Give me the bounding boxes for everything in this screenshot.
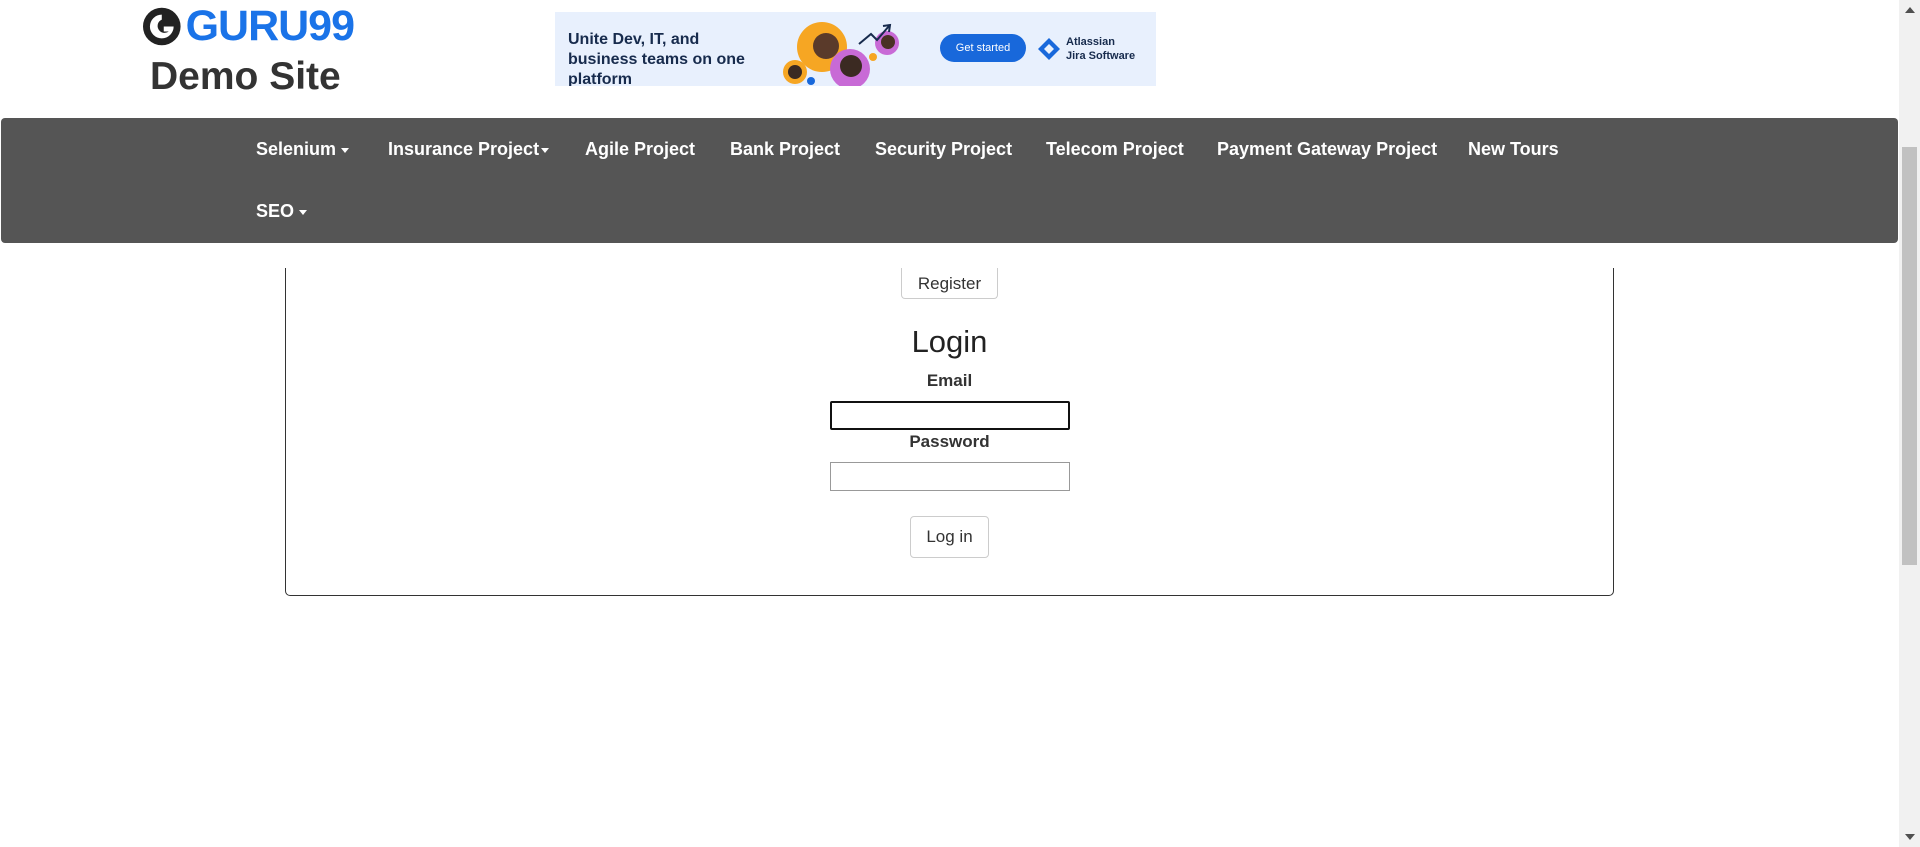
jira-icon	[1038, 38, 1060, 60]
nav-item-selenium[interactable]: Selenium	[256, 118, 350, 180]
caret-down-icon	[341, 147, 350, 153]
nav-item-payment-gateway-project[interactable]: Payment Gateway Project	[1217, 118, 1437, 180]
password-label: Password	[909, 432, 990, 451]
register-button[interactable]: Register	[901, 268, 998, 299]
scroll-thumb[interactable]	[1902, 147, 1917, 565]
ad-brand-line2: Jira Software	[1066, 50, 1136, 62]
ad-brand-line1: Atlassian	[1066, 36, 1115, 48]
ad-get-started-button[interactable]: Get started	[940, 34, 1026, 62]
email-input[interactable]	[830, 401, 1070, 430]
ad-banner[interactable]: Unite Dev, IT, and business teams on one…	[555, 12, 1156, 86]
scroll-up-arrow-icon[interactable]	[1905, 7, 1915, 13]
nav-item-label: SEO	[256, 201, 295, 221]
nav-item-insurance-project[interactable]: Insurance Project	[388, 118, 550, 180]
vertical-scrollbar[interactable]	[1899, 0, 1920, 847]
site-title: Demo Site	[150, 55, 341, 98]
password-input[interactable]	[830, 462, 1070, 491]
nav-item-telecom-project[interactable]: Telecom Project	[1046, 118, 1184, 180]
nav-item-agile-project[interactable]: Agile Project	[585, 118, 695, 180]
scroll-down-arrow-icon[interactable]	[1905, 834, 1915, 840]
ad-headline: Unite Dev, IT, and business teams on one…	[568, 31, 745, 86]
caret-down-icon	[299, 209, 308, 215]
email-label: Email	[926, 371, 973, 390]
nav-item-label: Selenium	[256, 139, 337, 159]
main-navbar: Selenium Insurance Project Agile Project…	[1, 118, 1898, 243]
ad-people-illustration	[783, 22, 899, 86]
nav-item-label: Insurance Project	[388, 139, 540, 159]
login-panel: Register Login Email Password Log in	[285, 268, 1614, 596]
nav-item-bank-project[interactable]: Bank Project	[730, 118, 840, 180]
guru99-logo-icon	[142, 7, 181, 45]
ad-brand-name: Atlassian Jira Software	[1066, 35, 1135, 63]
nav-item-seo[interactable]: SEO	[256, 180, 308, 242]
logo-text: GURU99	[185, 2, 355, 50]
guru99-logo[interactable]: GURU99 Demo Site	[142, 2, 355, 98]
login-title: Login	[911, 324, 988, 359]
login-button[interactable]: Log in	[910, 516, 989, 558]
caret-down-icon	[541, 147, 550, 153]
nav-item-security-project[interactable]: Security Project	[875, 118, 1012, 180]
nav-item-new-tours[interactable]: New Tours	[1468, 118, 1559, 180]
